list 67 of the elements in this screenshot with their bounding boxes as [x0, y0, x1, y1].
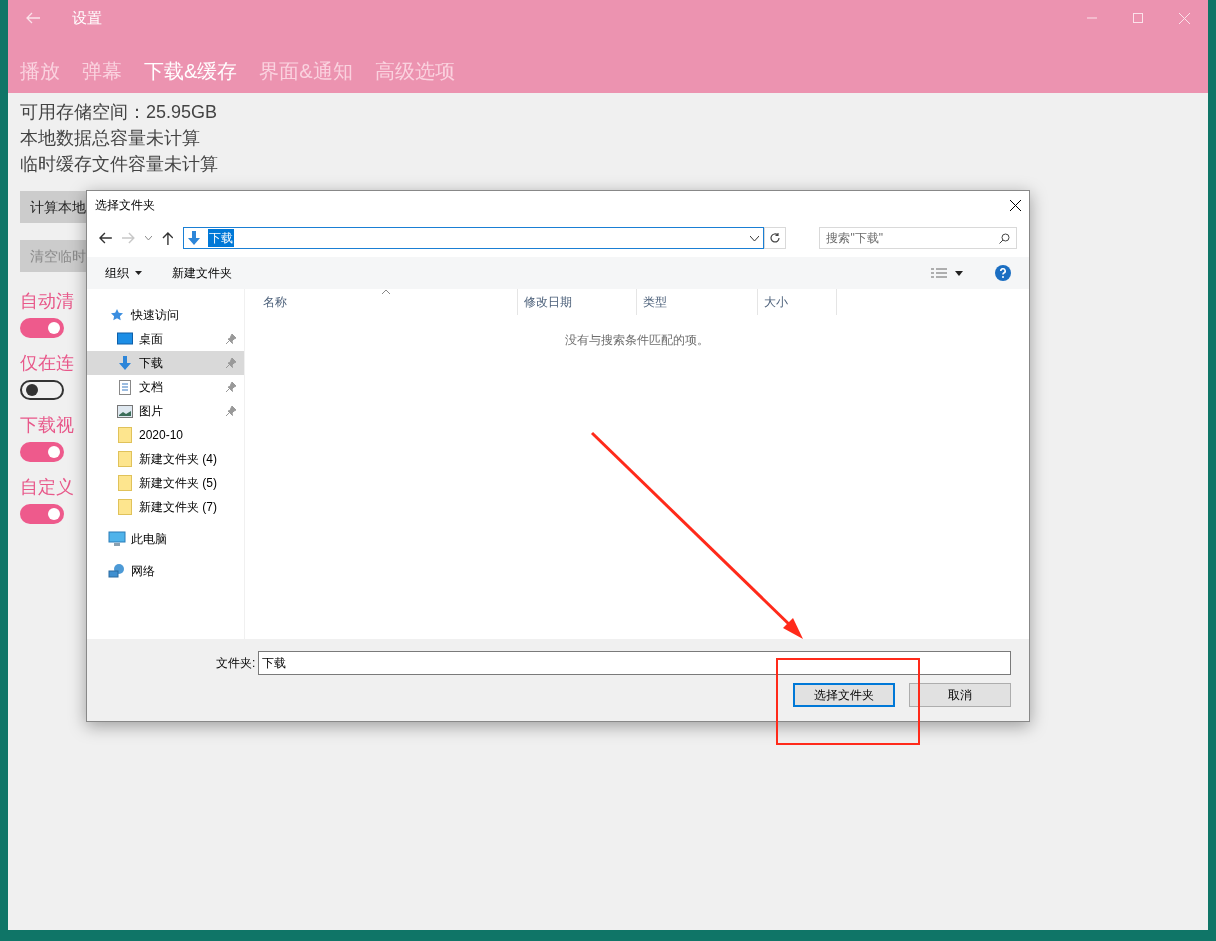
option-title: 仅在连 [20, 352, 74, 375]
view-icon[interactable] [931, 268, 947, 278]
nav-item[interactable]: 桌面 [87, 327, 244, 351]
nav-item[interactable]: 此电脑 [87, 527, 244, 551]
option-title: 自定义 [20, 476, 74, 499]
folder-icon [118, 499, 132, 515]
pin-icon[interactable] [226, 382, 236, 392]
pin-icon[interactable] [226, 334, 236, 344]
toggle-switch[interactable] [20, 504, 64, 524]
option-title: 下载视 [20, 414, 74, 437]
column-header[interactable]: 类型 [637, 289, 758, 315]
new-folder-button[interactable]: 新建文件夹 [172, 264, 232, 282]
star-icon [110, 308, 124, 322]
folder-name-field[interactable]: 下载 [258, 651, 1011, 675]
down-arrow-icon [117, 355, 133, 371]
dialog-title: 选择文件夹 [95, 197, 155, 214]
pin-icon[interactable] [226, 358, 236, 368]
up-arrow-icon[interactable] [161, 231, 174, 245]
refresh-icon [768, 232, 781, 244]
folder-icon [118, 451, 132, 467]
column-header[interactable]: 大小 [758, 289, 837, 315]
maximize-icon[interactable] [1133, 13, 1143, 23]
help-icon[interactable] [995, 265, 1011, 281]
nav-item[interactable]: 文档 [87, 375, 244, 399]
column-header[interactable]: 名称 [245, 289, 518, 315]
down-arrow-icon [186, 230, 203, 246]
option-title: 自动清 [20, 290, 74, 313]
forward-arrow-icon[interactable] [121, 232, 135, 244]
storage-info: 临时缓存文件容量未计算 [20, 153, 219, 176]
caret-icon[interactable] [955, 270, 963, 276]
nav-item[interactable]: 下载 [87, 351, 244, 375]
close-icon[interactable] [1010, 199, 1021, 211]
nav-item[interactable]: 快速访问 [87, 303, 244, 327]
folder-icon [118, 427, 132, 443]
sort-caret-icon [382, 289, 390, 294]
empty-message: 没有与搜索条件匹配的项。 [565, 332, 709, 349]
computer-icon [108, 531, 126, 547]
nav-item[interactable]: 新建文件夹 (4) [87, 447, 244, 471]
folder-icon [118, 475, 132, 491]
back-icon[interactable] [26, 12, 40, 24]
toggle-switch[interactable] [20, 380, 64, 400]
network-icon [108, 563, 126, 579]
dialog-button[interactable]: 取消 [909, 683, 1011, 707]
nav-item[interactable]: 2020-10 [87, 423, 244, 447]
column-header[interactable]: 修改日期 [518, 289, 637, 315]
nav-item[interactable]: 网络 [87, 559, 244, 583]
address-field[interactable]: 下载 [183, 227, 764, 249]
search-icon [999, 232, 1010, 244]
search-field[interactable]: 搜索"下载" [819, 227, 1017, 249]
storage-info: 可用存储空间：25.95GB [20, 101, 219, 124]
back-arrow-icon[interactable] [99, 232, 112, 244]
monitor-icon [117, 332, 133, 346]
toggle-switch[interactable] [20, 318, 64, 338]
organize-menu[interactable]: 组织 [105, 264, 142, 282]
field-label: 文件夹: [216, 655, 256, 672]
image-icon [117, 404, 133, 418]
document-icon [119, 379, 131, 395]
storage-info: 本地数据总容量未计算 [20, 127, 201, 150]
toggle-switch[interactable] [20, 442, 64, 462]
refresh-button[interactable] [763, 227, 786, 249]
nav-item[interactable]: 新建文件夹 (7) [87, 495, 244, 519]
nav-item[interactable]: 图片 [87, 399, 244, 423]
dialog-button[interactable]: 选择文件夹 [793, 683, 895, 707]
chevron-down-icon[interactable] [749, 235, 759, 241]
pin-icon[interactable] [226, 406, 236, 416]
window-title: 设置 [72, 7, 102, 28]
nav-item[interactable]: 新建文件夹 (5) [87, 471, 244, 495]
